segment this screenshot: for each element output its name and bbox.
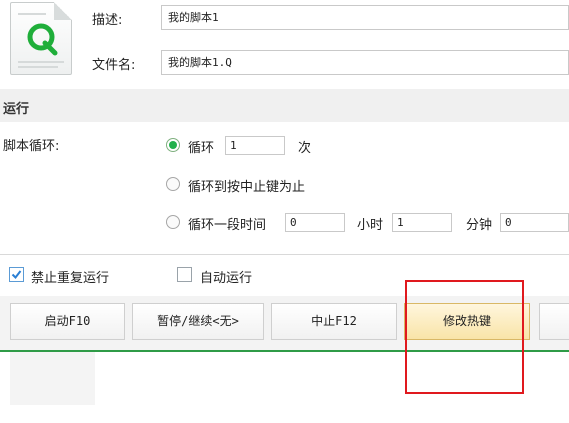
description-label: 描述: <box>92 13 123 28</box>
loop-duration-label: 循环一段时间 <box>188 218 267 233</box>
more-toolbar-button[interactable] <box>539 303 569 340</box>
checkmark-icon <box>11 270 22 280</box>
stop-button[interactable]: 中止F12 <box>271 303 397 340</box>
seconds-input[interactable]: 0 <box>500 213 569 232</box>
auto-run-checkbox[interactable] <box>177 267 192 282</box>
pause-resume-button[interactable]: 暂停/继续<无> <box>132 303 264 340</box>
script-loop-label: 脚本循环: <box>3 139 60 154</box>
auto-run-label: 自动运行 <box>200 271 253 286</box>
run-section-title: 运行 <box>3 102 30 117</box>
minutes-unit: 分钟 <box>466 218 493 233</box>
start-button[interactable]: 启动F10 <box>10 303 125 340</box>
q-logo-icon <box>27 23 58 56</box>
hours-unit: 小时 <box>357 218 384 233</box>
loop-until-stop-label: 循环到按中止键为止 <box>188 180 306 195</box>
minutes-input[interactable]: 1 <box>392 213 452 232</box>
hours-input[interactable]: 0 <box>285 213 345 232</box>
filename-label: 文件名: <box>92 58 136 73</box>
filename-field[interactable]: 我的脚本1.Q <box>161 50 569 75</box>
loop-count-unit: 次 <box>298 141 312 156</box>
run-section-header <box>0 89 569 122</box>
loop-count-input[interactable]: 1 <box>225 136 285 155</box>
section-divider <box>0 254 569 255</box>
no-repeat-label: 禁止重复运行 <box>31 271 110 286</box>
left-panel <box>10 352 95 405</box>
description-field[interactable]: 我的脚本1 <box>161 5 569 30</box>
highlight-box <box>405 280 524 394</box>
script-file-icon <box>10 2 72 75</box>
loop-count-label: 循环 <box>188 141 215 156</box>
radio-loop-duration[interactable] <box>166 215 180 229</box>
radio-loop-count[interactable] <box>166 138 180 152</box>
no-repeat-checkbox[interactable] <box>9 267 24 282</box>
radio-loop-until-stop[interactable] <box>166 177 180 191</box>
